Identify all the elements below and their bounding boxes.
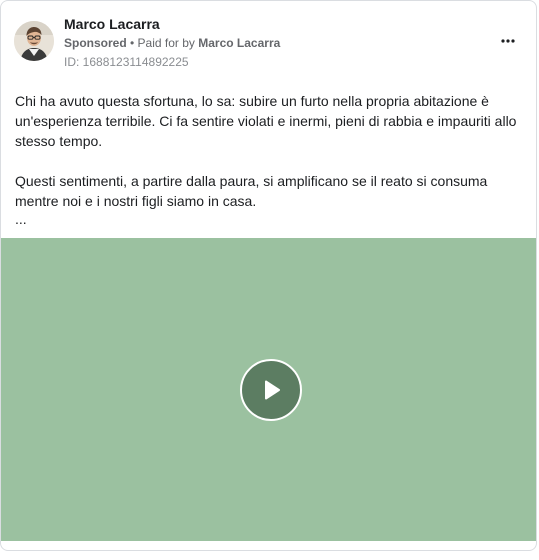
play-button[interactable] bbox=[240, 359, 302, 421]
profile-photo bbox=[14, 21, 54, 61]
post-paragraph-1: Chi ha avuto questa sfortuna, lo sa: sub… bbox=[15, 93, 517, 149]
more-options-button[interactable] bbox=[496, 29, 520, 53]
see-more-ellipsis[interactable]: ... bbox=[15, 211, 27, 227]
more-options-icon bbox=[501, 39, 515, 43]
sponsored-label: Sponsored bbox=[64, 36, 127, 50]
sponsored-line: Sponsored • Paid for by Marco Lacarra bbox=[64, 36, 280, 50]
ad-id: ID: 1688123114892225 bbox=[64, 55, 189, 69]
video-player[interactable] bbox=[1, 238, 536, 541]
paid-for-label: • Paid for by bbox=[126, 36, 199, 50]
post-paragraph-2: Questi sentimenti, a partire dalla paura… bbox=[15, 173, 488, 209]
avatar[interactable] bbox=[14, 21, 54, 61]
ad-card: Marco Lacarra Sponsored • Paid for by Ma… bbox=[0, 0, 537, 551]
post-text: Chi ha avuto questa sfortuna, lo sa: sub… bbox=[15, 91, 525, 211]
play-icon bbox=[265, 380, 280, 400]
author-name[interactable]: Marco Lacarra bbox=[64, 16, 160, 32]
payer-name[interactable]: Marco Lacarra bbox=[198, 36, 280, 50]
